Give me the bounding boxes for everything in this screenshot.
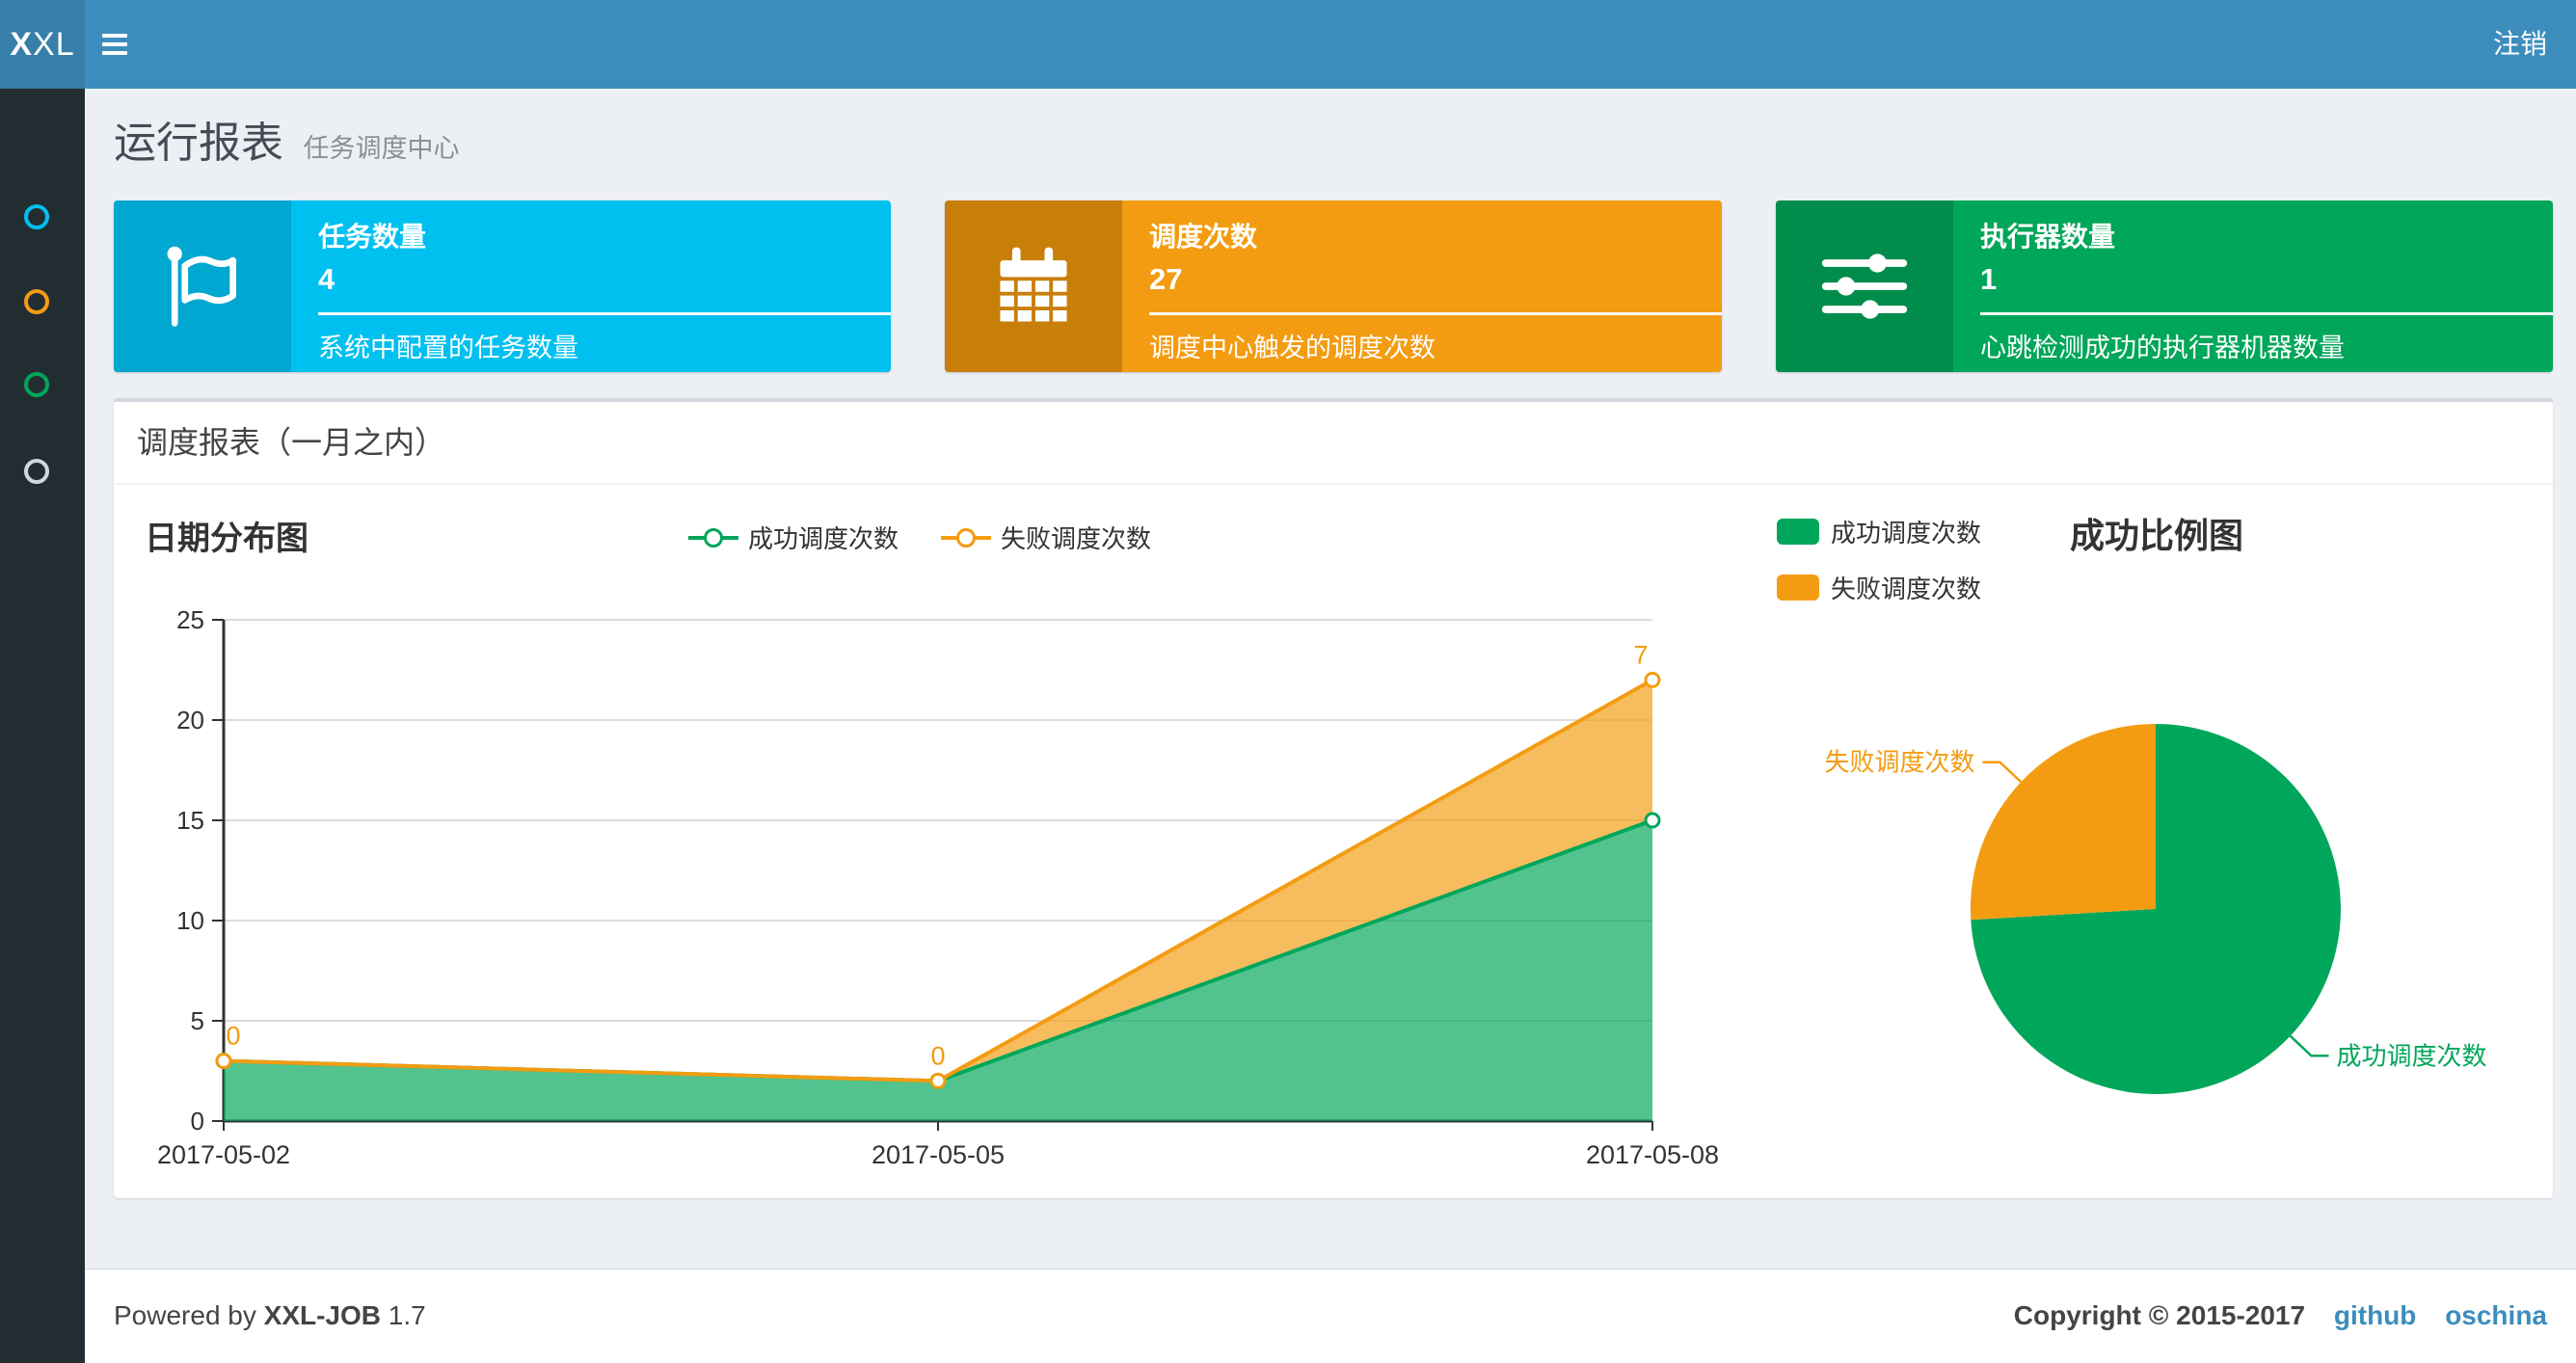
svg-text:7: 7 — [1633, 640, 1648, 669]
powered-by: Powered by XXL-JOB 1.7 — [114, 1300, 426, 1330]
line-marker-icon — [941, 525, 991, 550]
card-divider — [1149, 312, 1722, 315]
date-distribution-chart: 05101520252017-05-02 2017-05-05 2017-05-08… — [157, 605, 1719, 1169]
line-chart-legend: 成功调度次数 失败调度次数 — [114, 520, 1726, 555]
card-title: 任务数量 — [318, 222, 427, 252]
card-divider — [318, 312, 891, 315]
copyright-text: Copyright © 2015-2017 — [2013, 1300, 2306, 1330]
svg-text:成功调度次数: 成功调度次数 — [2337, 1041, 2487, 1070]
card-job-count: 任务数量 4 系统中配置的任务数量 — [114, 200, 891, 372]
legend-item-fail[interactable]: 失败调度次数 — [941, 520, 1151, 555]
svg-text:2017-05-02: 2017-05-02 — [157, 1140, 290, 1169]
card-title: 调度次数 — [1149, 222, 1258, 252]
card-value: 1 — [1980, 262, 1998, 296]
svg-text:15: 15 — [176, 806, 204, 835]
sidebar-item-jobinfo-icon[interactable] — [24, 289, 49, 314]
legend-label: 成功调度次数 — [1831, 519, 1982, 548]
svg-text:失败调度次数: 失败调度次数 — [1824, 748, 1974, 777]
card-trigger-count: 调度次数 27 调度中心触发的调度次数 — [945, 200, 1722, 372]
card-description: 系统中配置的任务数量 — [318, 334, 578, 362]
brand-name: XXL-JOB — [263, 1300, 382, 1330]
card-executor-count: 执行器数量 1 心跳检测成功的执行器机器数量 — [1776, 200, 2553, 372]
sliders-icon — [1776, 200, 1953, 372]
card-description: 心跳检测成功的执行器机器数量 — [1980, 334, 2345, 362]
svg-text:20: 20 — [176, 706, 204, 735]
legend-swatch — [1777, 519, 1819, 545]
hamburger-icon — [102, 34, 127, 38]
sidebar-toggle-button[interactable] — [85, 0, 145, 89]
page-subtitle: 任务调度中心 — [303, 134, 460, 163]
legend-label: 成功调度次数 — [747, 524, 899, 553]
svg-text:0: 0 — [191, 1107, 204, 1136]
schedule-report-panel: 调度报表（一月之内） 日期分布图 成功调度次数 失败调度次数 0 5 10 15 20 2… — [114, 398, 2553, 1198]
sidebar — [0, 89, 85, 1363]
svg-text:25: 25 — [176, 605, 204, 634]
card-description: 调度中心触发的调度次数 — [1149, 334, 1436, 362]
success-ratio-pie-chart: 成功调度次数 失败调度次数 — [1824, 724, 2487, 1094]
logout-link[interactable]: 注销 — [2464, 0, 2576, 89]
card-title: 执行器数量 — [1980, 222, 2116, 252]
top-navbar: X XL 注销 — [0, 0, 2576, 89]
svg-text:5: 5 — [191, 1006, 204, 1035]
logo-rest: XL — [33, 25, 75, 63]
svg-text:0: 0 — [930, 1041, 945, 1070]
svg-text:2017-05-08: 2017-05-08 — [1586, 1140, 1719, 1169]
sidebar-item-dashboard-icon[interactable] — [24, 204, 49, 229]
svg-text:0: 0 — [226, 1022, 240, 1051]
github-link[interactable]: github — [2334, 1300, 2417, 1330]
flag-icon — [114, 200, 291, 372]
sidebar-item-help-icon[interactable] — [24, 459, 49, 484]
main-footer: Powered by XXL-JOB 1.7 Copyright © 2015-… — [85, 1269, 2576, 1363]
oschina-link[interactable]: oschina — [2445, 1300, 2547, 1330]
line-marker-icon — [687, 525, 738, 550]
legend-item-success[interactable]: 成功调度次数 — [687, 520, 899, 555]
sidebar-item-joblog-icon[interactable] — [24, 372, 49, 397]
legend-label: 失败调度次数 — [1001, 524, 1152, 553]
calendar-icon — [945, 200, 1122, 372]
hamburger-icon — [102, 42, 127, 46]
page-title: 运行报表 — [114, 120, 283, 167]
svg-text:10: 10 — [176, 906, 204, 935]
card-divider — [1980, 312, 2553, 315]
card-value: 27 — [1149, 262, 1183, 296]
stat-cards-row: 任务数量 4 系统中配置的任务数量 调度次数 27 调度中心触发的调度次数 执行… — [114, 200, 2553, 372]
version: 1.7 — [388, 1300, 426, 1330]
svg-text:2017-05-05: 2017-05-05 — [872, 1140, 1005, 1169]
legend-swatch — [1777, 575, 1819, 601]
legend-item-success[interactable]: 成功调度次数 — [1777, 514, 1981, 549]
app-logo[interactable]: X XL — [0, 0, 85, 89]
hamburger-icon — [102, 51, 127, 55]
app-root: X XL 注销 运行报表 任务调度中心 任务数量 4 系统中配置的任务数量 调度… — [0, 0, 2576, 1363]
panel-title: 调度报表（一月之内） — [114, 402, 2553, 485]
card-value: 4 — [318, 262, 335, 296]
logo-bold-letter: X — [10, 25, 34, 63]
page-header: 运行报表 任务调度中心 — [114, 108, 459, 170]
pie-chart-section: 成功比例图 成功调度次数 失败调度次数 成功调度次数 失败调度次数 — [1760, 485, 2553, 1198]
